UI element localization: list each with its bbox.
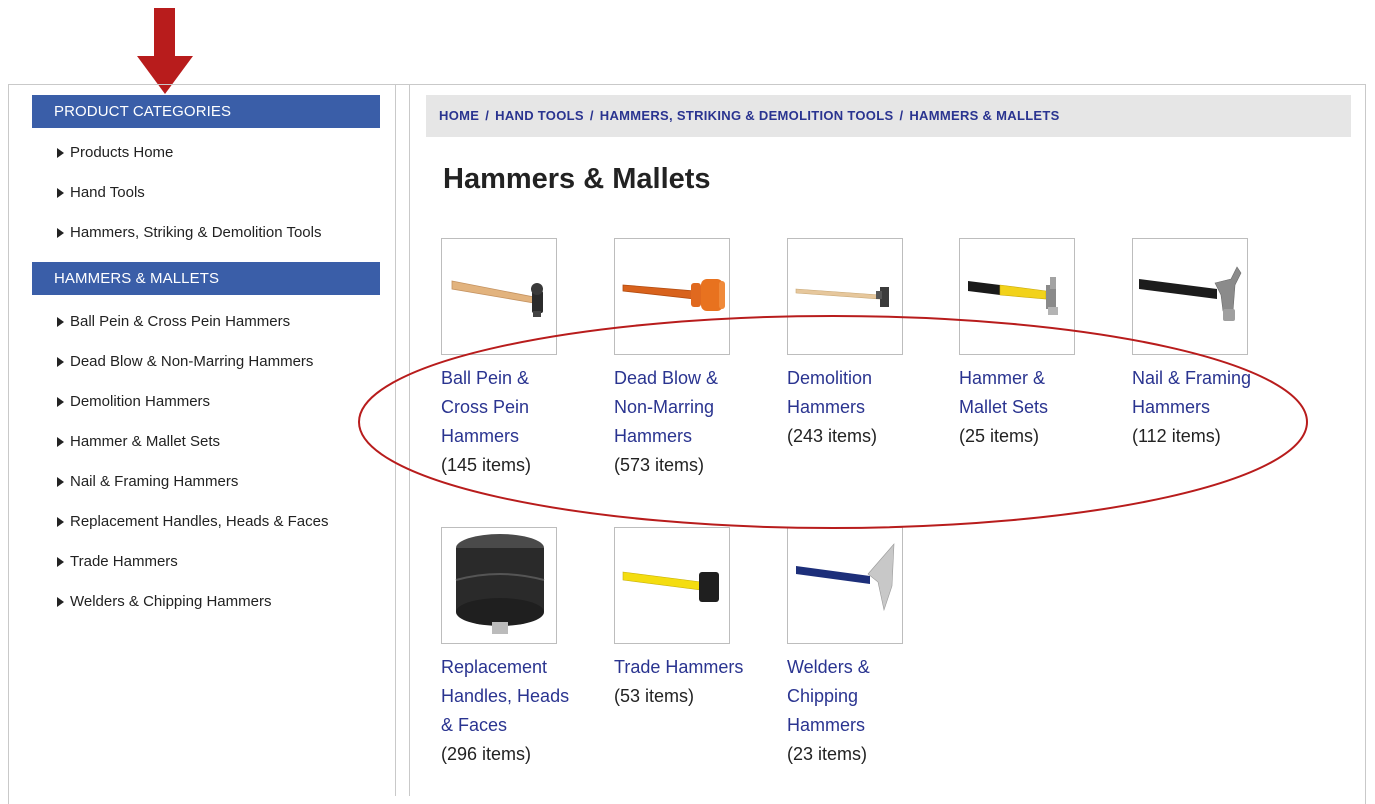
caret-right-icon [57,357,64,367]
caret-right-icon [57,517,64,527]
sidebar-item-label: Dead Blow & Non-Marring Hammers [70,353,314,370]
trade-hammer-icon[interactable] [614,527,730,644]
product-link[interactable]: Replacement Handles, Heads & Faces [441,653,576,740]
caret-right-icon [57,188,64,198]
breadcrumb-separator: / [589,108,594,123]
breadcrumb-separator: / [899,108,904,123]
product-tile-replacement[interactable]: Replacement Handles, Heads & Faces (296 … [441,527,576,769]
sidebar-item-hammers-striking[interactable]: Hammers, Striking & Demolition Tools [32,224,380,242]
annotation-ellipse-icon [358,315,1308,529]
sidebar-item-label: Hammer & Mallet Sets [70,433,221,450]
sidebar-item-products-home[interactable]: Products Home [32,144,380,162]
caret-right-icon [57,557,64,567]
caret-right-icon [57,397,64,407]
product-tile-welders[interactable]: Welders & Chipping Hammers (23 items) [787,527,922,769]
breadcrumb-home[interactable]: HOME [439,108,479,123]
caret-right-icon [57,597,64,607]
sidebar-item-label: Ball Pein & Cross Pein Hammers [70,313,291,330]
product-count: (53 items) [614,686,695,706]
sidebar-item-label: Products Home [70,144,174,161]
annotation-arrow-icon [137,8,193,94]
main-content: HOME / HAND TOOLS / HAMMERS, STRIKING & DEMO… [426,95,1351,764]
sidebar-item-demolition[interactable]: Demolition Hammers [32,393,380,411]
caret-right-icon [57,228,64,238]
sidebar-item-label: Hammers, Striking & Demolition Tools [70,224,322,241]
sidebar-item-label: Replacement Handles, Heads & Faces [70,513,329,530]
breadcrumb-hand-tools[interactable]: HAND TOOLS [495,108,584,123]
chipping-hammer-icon[interactable] [787,527,903,644]
product-categories-header: PRODUCT CATEGORIES [32,95,380,128]
product-count: (23 items) [787,744,868,764]
hammers-mallets-header: HAMMERS & MALLETS [32,262,380,295]
breadcrumb-separator: / [485,108,490,123]
sidebar-item-welders[interactable]: Welders & Chipping Hammers [32,593,380,611]
caret-right-icon [57,437,64,447]
sidebar-item-trade[interactable]: Trade Hammers [32,553,380,571]
sidebar-item-nail-framing[interactable]: Nail & Framing Hammers [32,473,380,491]
sidebar-item-replacement[interactable]: Replacement Handles, Heads & Faces [32,513,380,531]
breadcrumb-hammers-striking[interactable]: HAMMERS, STRIKING & DEMOLITION TOOLS [600,108,894,123]
sidebar-item-label: Nail & Framing Hammers [70,473,239,490]
subcategory-list: Ball Pein & Cross Pein Hammers Dead Blow… [32,313,380,611]
sidebar-item-ball-pein[interactable]: Ball Pein & Cross Pein Hammers [32,313,380,331]
sidebar-item-hand-tools[interactable]: Hand Tools [32,184,380,202]
category-list: Products Home Hand Tools Hammers, Striki… [32,144,380,242]
product-count: (296 items) [441,744,532,764]
sidebar-item-label: Hand Tools [70,184,145,201]
sidebar: PRODUCT CATEGORIES Products Home Hand To… [32,95,380,611]
sidebar-item-dead-blow[interactable]: Dead Blow & Non-Marring Hammers [32,353,380,371]
replacement-face-icon[interactable] [441,527,557,644]
product-link[interactable]: Welders & Chipping Hammers [787,653,922,740]
product-link[interactable]: Trade Hammers [614,653,749,682]
caret-right-icon [57,477,64,487]
sidebar-item-label: Demolition Hammers [70,393,211,410]
sidebar-item-label: Welders & Chipping Hammers [70,593,272,610]
breadcrumb-hammers-mallets[interactable]: HAMMERS & MALLETS [909,108,1059,123]
breadcrumb: HOME / HAND TOOLS / HAMMERS, STRIKING & DEMO… [426,95,1351,137]
caret-right-icon [57,317,64,327]
page-title: Hammers & Mallets [443,163,711,195]
product-tile-trade[interactable]: Trade Hammers (53 items) [614,527,749,711]
sidebar-item-hammer-sets[interactable]: Hammer & Mallet Sets [32,433,380,451]
sidebar-item-label: Trade Hammers [70,553,178,570]
caret-right-icon [57,148,64,158]
